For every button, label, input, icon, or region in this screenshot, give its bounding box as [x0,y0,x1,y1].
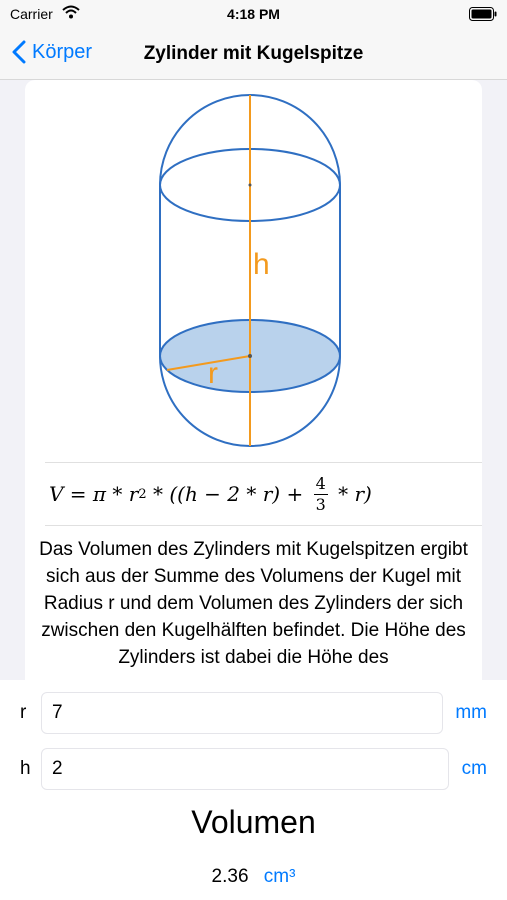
height-label: h [253,248,270,281]
height-unit-button[interactable]: cm [462,758,487,780]
result-value: 2.36 [211,866,249,887]
height-input[interactable] [41,748,449,790]
fraction: 4 3 [313,473,328,514]
input-panel: r mm h cm Volumen 2.36 cm³ [0,680,507,900]
radius-row: r mm [0,692,507,734]
page-title: Zylinder mit Kugelspitze [143,43,364,64]
description-text: Das Volumen des Zylinders mit Kugelspitz… [39,539,468,668]
result-unit-button[interactable]: cm³ [264,866,296,887]
result-title: Volumen [191,804,316,840]
navigation-bar: Körper Zylinder mit Kugelspitze [0,30,507,80]
formula-row: V = π * r2 * ((h − 2 * r) + 4 3 * r) [45,462,482,526]
radius-label: r [20,702,27,723]
radius-input[interactable] [41,692,443,734]
status-bar: Carrier 4:18 PM [0,0,507,30]
content-scroll-view[interactable]: h r V = π * r2 * ((h − 2 * r) + 4 3 * r)… [0,80,507,680]
radius-label: r [208,357,218,390]
clock: 4:18 PM [227,6,280,22]
info-card: h r V = π * r2 * ((h − 2 * r) + 4 3 * r)… [25,80,482,680]
result-line: 2.36 cm³ [0,866,507,888]
height-row: h cm [0,748,507,790]
battery-icon [469,7,497,24]
height-label: h [20,758,31,779]
capsule-figure: h r [159,94,341,447]
radius-unit-button[interactable]: mm [455,702,487,724]
volume-formula: V = π * r2 * ((h − 2 * r) + 4 3 * r) [49,473,372,514]
